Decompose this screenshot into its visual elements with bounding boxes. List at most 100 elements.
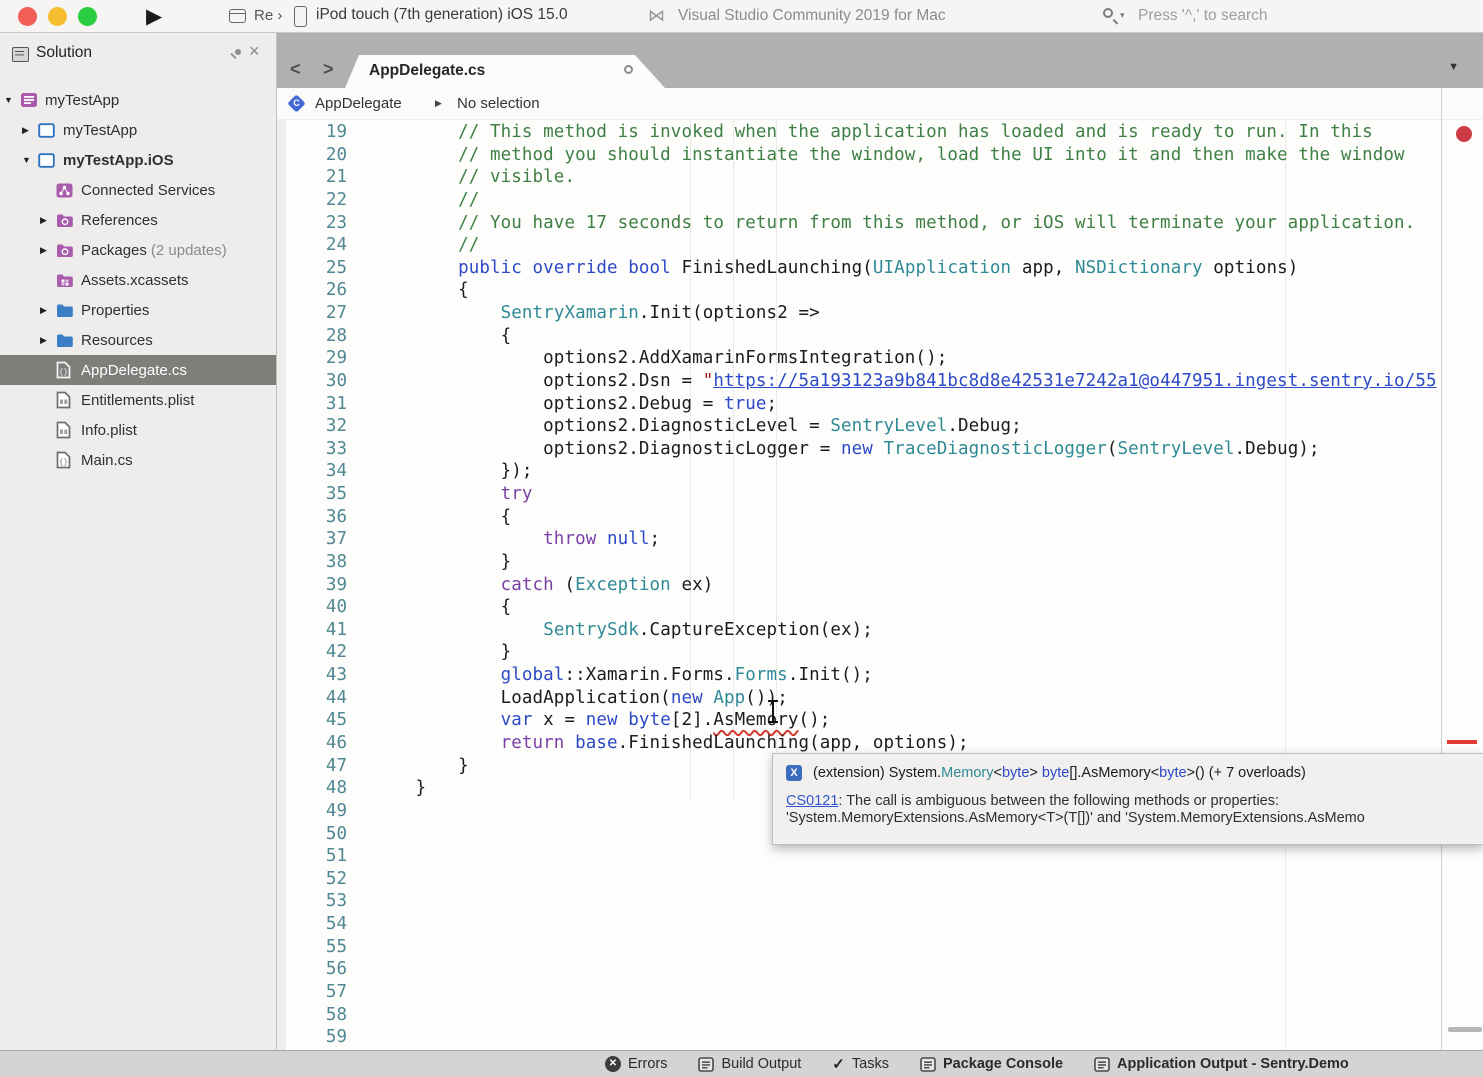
code-text: options2.DiagnosticLevel = SentryLevel.D… [373,416,1022,436]
tree-item-resources[interactable]: ▶Resources [0,325,276,355]
code-line-45[interactable]: 45 var x = new byte[2].AsMemory(); [277,709,830,732]
line-number: 36 [277,506,347,529]
tab-appdelegate[interactable]: AppDelegate.cs [345,55,665,88]
code-line-43[interactable]: 43 global::Xamarin.Forms.Forms.Init(); [277,664,873,687]
code-line-25[interactable]: 25 public override bool FinishedLaunchin… [277,257,1298,280]
device-selector[interactable]: iPod touch (7th generation) iOS 15.0 [316,6,568,24]
status-item-errors[interactable]: ✕Errors [605,1056,667,1072]
tree-item-mytestapp[interactable]: ▼myTestApp [0,85,276,115]
code-line-24[interactable]: 24 // [277,234,479,257]
code-line-58[interactable]: 58 [277,1004,373,1027]
code-line-22[interactable]: 22 // [277,189,479,212]
code-line-51[interactable]: 51 [277,845,373,868]
run-configuration-selector[interactable]: Re › [254,7,282,24]
code-line-40[interactable]: 40 { [277,596,511,619]
tab-overflow-dropdown-icon[interactable]: ▼ [1448,61,1459,73]
code-line-26[interactable]: 26 { [277,279,469,302]
code-line-23[interactable]: 23 // You have 17 seconds to return from… [277,212,1415,235]
code-line-33[interactable]: 33 options2.DiagnosticLogger = new Trace… [277,438,1320,461]
tree-item-connected-services[interactable]: Connected Services [0,175,276,205]
code-line-48[interactable]: 48 } [277,777,426,800]
close-window-button[interactable] [18,7,37,26]
code-line-38[interactable]: 38 } [277,551,511,574]
code-line-20[interactable]: 20 // method you should instantiate the … [277,144,1405,167]
search-input[interactable]: ▾ Press '^,' to search [1100,5,1480,28]
navigate-forward-button[interactable]: > [323,59,334,80]
code-line-34[interactable]: 34 }); [277,460,533,483]
tree-item-main-cs[interactable]: {}Main.cs [0,445,276,475]
code-line-44[interactable]: 44 LoadApplication(new App()); [277,687,788,710]
code-line-28[interactable]: 28 { [277,325,511,348]
code-text: } [373,642,511,662]
code-text: // [373,235,479,255]
tree-item-appdelegate-cs[interactable]: {}AppDelegate.cs [0,355,276,385]
code-line-52[interactable]: 52 [277,868,373,891]
code-line-36[interactable]: 36 { [277,506,511,529]
code-line-47[interactable]: 47 } [277,755,469,778]
run-button[interactable]: ▶ [146,4,162,29]
zoom-window-button[interactable] [78,7,97,26]
code-line-31[interactable]: 31 options2.Debug = true; [277,393,777,416]
expander-right-icon[interactable]: ▶ [40,335,56,346]
unsaved-indicator-icon[interactable] [624,65,633,74]
tree-item-mytestapp-ios[interactable]: ▼ myTestApp.iOS [0,145,276,175]
code-line-37[interactable]: 37 throw null; [277,528,660,551]
error-code-link[interactable]: CS0121 [786,793,838,809]
code-line-21[interactable]: 21 // visible. [277,166,575,189]
code-text: { [373,597,511,617]
search-scope-chevron-icon[interactable]: ▾ [1120,10,1125,21]
code-text: throw null; [373,529,660,549]
pin-pad-icon[interactable] [228,49,242,63]
code-line-54[interactable]: 54 [277,913,373,936]
breadcrumb-selection[interactable]: No selection [457,95,540,112]
code-line-30[interactable]: 30 options2.Dsn = "https://5a193123a9b84… [277,370,1437,393]
tree-item-mytestapp[interactable]: ▶ myTestApp [0,115,276,145]
expander-down-icon[interactable]: ▼ [4,95,20,105]
code-line-39[interactable]: 39 catch (Exception ex) [277,574,713,597]
line-number: 28 [277,325,347,348]
code-line-42[interactable]: 42 } [277,641,511,664]
tree-item-label: myTestApp.iOS [63,152,174,169]
code-line-41[interactable]: 41 SentrySdk.CaptureException(ex); [277,619,873,642]
code-editor[interactable]: 19 // This method is invoked when the ap… [277,120,1483,1050]
expander-down-icon[interactable]: ▼ [22,155,38,165]
code-line-57[interactable]: 57 [277,981,373,1004]
line-number: 44 [277,687,347,710]
status-item-tasks[interactable]: ✓Tasks [832,1055,889,1073]
code-line-53[interactable]: 53 [277,890,373,913]
tree-item-label: myTestApp [63,122,137,139]
code-line-35[interactable]: 35 try [277,483,533,506]
tree-item-properties[interactable]: ▶Properties [0,295,276,325]
code-line-56[interactable]: 56 [277,958,373,981]
error-line-marker[interactable] [1447,740,1477,744]
code-line-32[interactable]: 32 options2.DiagnosticLevel = SentryLeve… [277,415,1022,438]
tree-item-references[interactable]: ▶References [0,205,276,235]
code-line-19[interactable]: 19 // This method is invoked when the ap… [277,121,1373,144]
tree-item-entitlements-plist[interactable]: Entitlements.plist [0,385,276,415]
tree-item-info-plist[interactable]: Info.plist [0,415,276,445]
error-indicator-icon[interactable] [1456,126,1472,142]
status-item-build-output[interactable]: Build Output [698,1056,801,1072]
code-line-27[interactable]: 27 SentryXamarin.Init(options2 => [277,302,820,325]
code-line-29[interactable]: 29 options2.AddXamarinFormsIntegration()… [277,347,947,370]
code-line-55[interactable]: 55 [277,936,373,959]
expander-right-icon[interactable]: ▶ [22,125,38,136]
code-line-50[interactable]: 50 [277,823,373,846]
code-line-59[interactable]: 59 [277,1026,373,1049]
tree-item-assets-xcassets[interactable]: Assets.xcassets [0,265,276,295]
navigate-back-button[interactable]: < [290,59,301,80]
status-item-package-console[interactable]: Package Console [920,1056,1063,1072]
status-bar-items: ✕Errors Build Output ✓Tasks Package Console… [605,1051,1349,1077]
expander-right-icon[interactable]: ▶ [40,305,56,316]
code-line-46[interactable]: 46 return base.FinishedLaunching(app, op… [277,732,969,755]
line-number: 58 [277,1004,347,1027]
status-item-application-output-sentry-demo[interactable]: Application Output - Sentry.Demo [1094,1056,1349,1072]
code-line-49[interactable]: 49 [277,800,373,823]
expander-right-icon[interactable]: ▶ [40,245,56,256]
expander-right-icon[interactable]: ▶ [40,215,56,226]
close-pad-icon[interactable]: × [249,41,260,62]
tree-item-packages[interactable]: ▶Packages(2 updates) [0,235,276,265]
breadcrumb-class[interactable]: AppDelegate [315,95,402,112]
minimize-window-button[interactable] [48,7,67,26]
scrollbar-thumb[interactable] [1448,1027,1482,1032]
